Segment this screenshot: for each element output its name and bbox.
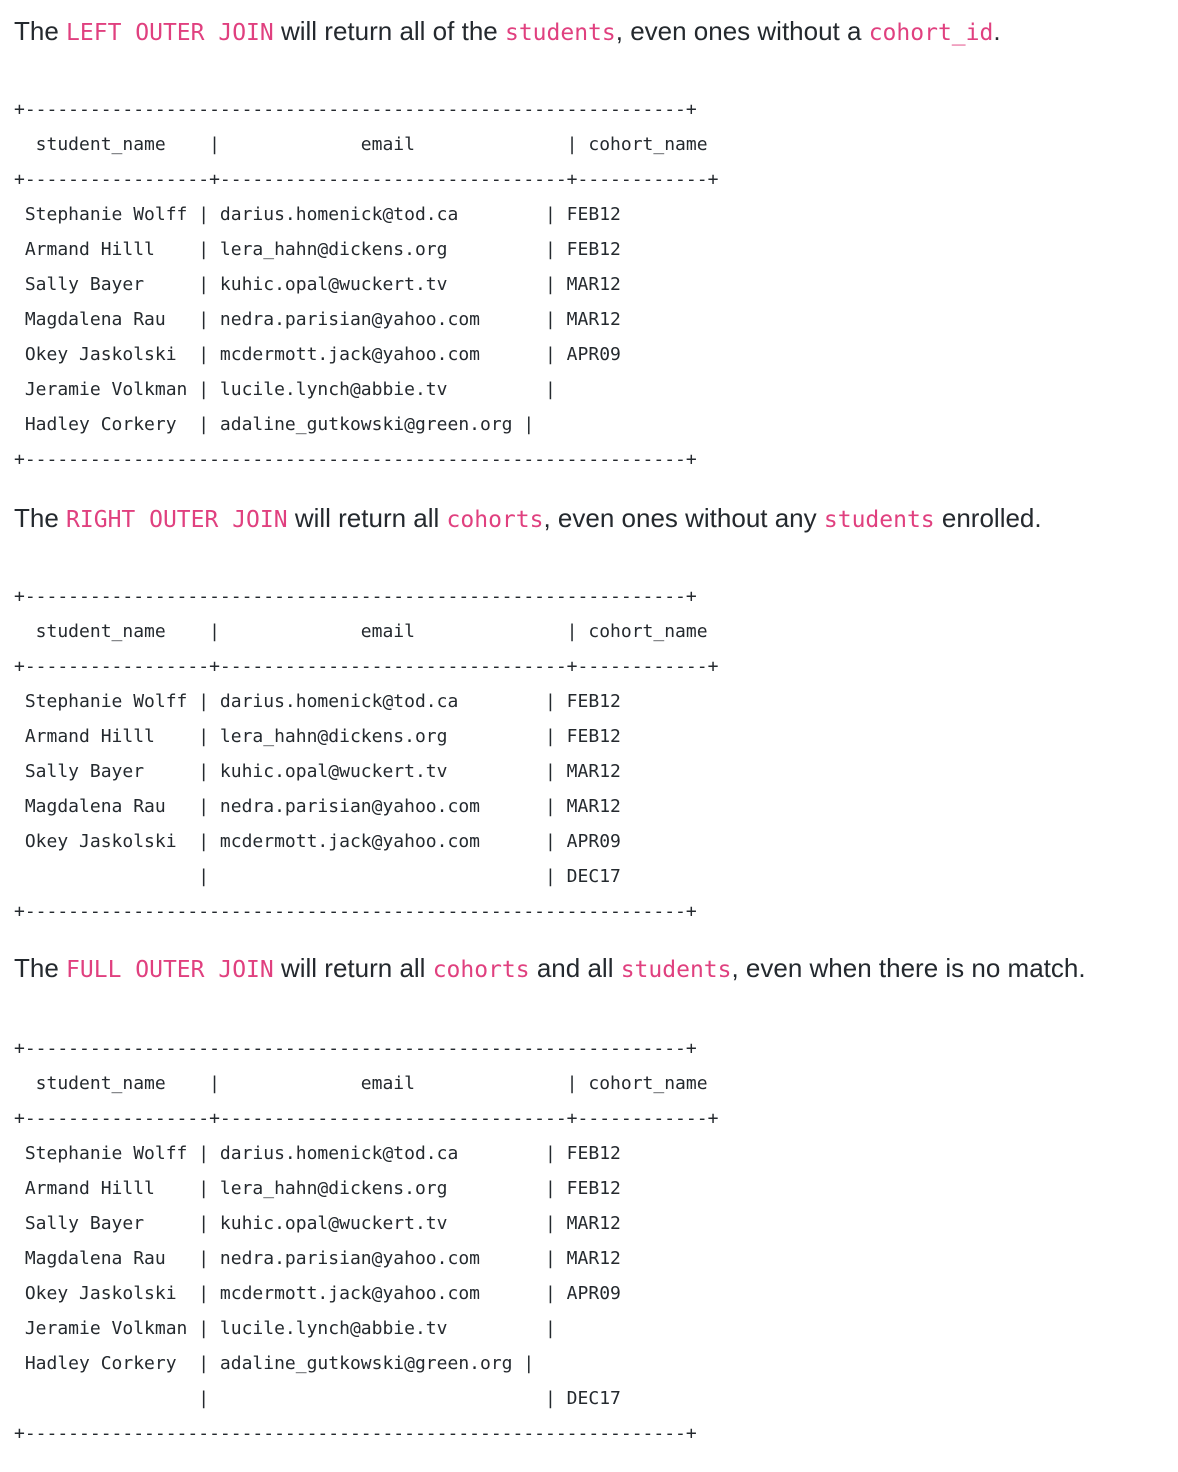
- inline-code: students: [504, 20, 616, 46]
- inline-code: cohorts: [446, 507, 544, 533]
- table-header-row: student_name | email | cohort_name: [14, 621, 708, 642]
- table-border-line: +-----------------+---------------------…: [14, 1108, 719, 1129]
- table-header-row: student_name | email | cohort_name: [14, 134, 708, 155]
- table-row: Sally Bayer | kuhic.opal@wuckert.tv | MA…: [14, 1213, 621, 1234]
- table-border-line: +-----------------+---------------------…: [14, 656, 719, 677]
- table-row: Hadley Corkery | adaline_gutkowski@green…: [14, 1353, 535, 1374]
- inline-code: cohorts: [432, 957, 530, 983]
- right-join-description: The RIGHT OUTER JOIN will return all coh…: [14, 498, 1164, 538]
- right-join-result-table: +---------------------------------------…: [14, 579, 1164, 929]
- table-row: Stephanie Wolff | darius.homenick@tod.ca…: [14, 691, 621, 712]
- table-row: Sally Bayer | kuhic.opal@wuckert.tv | MA…: [14, 761, 621, 782]
- left-join-description: The LEFT OUTER JOIN will return all of t…: [14, 11, 1164, 51]
- document-page: The LEFT OUTER JOIN will return all of t…: [14, 0, 1164, 1451]
- sentence-text: The: [14, 503, 67, 533]
- sentence-text: enrolled.: [934, 503, 1042, 533]
- table-border-line: +---------------------------------------…: [14, 1038, 697, 1059]
- table-row: | | DEC17: [14, 866, 621, 887]
- table-border-line: +---------------------------------------…: [14, 901, 697, 922]
- sentence-text: .: [993, 16, 1001, 46]
- table-row: Armand Hilll | lera_hahn@dickens.org | F…: [14, 239, 621, 260]
- table-row: Magdalena Rau | nedra.parisian@yahoo.com…: [14, 309, 621, 330]
- table-border-line: +-----------------+---------------------…: [14, 169, 719, 190]
- sentence-text: and all: [529, 953, 621, 983]
- sentence-text: will return all: [287, 503, 447, 533]
- table-row: Stephanie Wolff | darius.homenick@tod.ca…: [14, 1143, 621, 1164]
- table-row: Sally Bayer | kuhic.opal@wuckert.tv | MA…: [14, 274, 621, 295]
- sentence-text: will return all: [273, 953, 433, 983]
- table-row: Okey Jaskolski | mcdermott.jack@yahoo.co…: [14, 831, 621, 852]
- table-row: Jeramie Volkman | lucile.lynch@abbie.tv …: [14, 1318, 556, 1339]
- table-row: Stephanie Wolff | darius.homenick@tod.ca…: [14, 204, 621, 225]
- left-join-result-table: +---------------------------------------…: [14, 92, 1164, 477]
- table-border-line: +---------------------------------------…: [14, 99, 697, 120]
- inline-code: LEFT OUTER JOIN: [66, 20, 274, 46]
- inline-code: students: [620, 957, 732, 983]
- table-row: Jeramie Volkman | lucile.lynch@abbie.tv …: [14, 379, 556, 400]
- table-row: Hadley Corkery | adaline_gutkowski@green…: [14, 414, 535, 435]
- table-row: | | DEC17: [14, 1388, 621, 1409]
- table-row: Okey Jaskolski | mcdermott.jack@yahoo.co…: [14, 1283, 621, 1304]
- table-border-line: +---------------------------------------…: [14, 1423, 697, 1444]
- table-header-row: student_name | email | cohort_name: [14, 1073, 708, 1094]
- table-border-line: +---------------------------------------…: [14, 586, 697, 607]
- inline-code: RIGHT OUTER JOIN: [66, 507, 288, 533]
- table-border-line: +---------------------------------------…: [14, 449, 697, 470]
- full-join-result-table: +---------------------------------------…: [14, 1031, 1164, 1451]
- sentence-text: , even ones without any: [543, 503, 824, 533]
- table-row: Okey Jaskolski | mcdermott.jack@yahoo.co…: [14, 344, 621, 365]
- inline-code: cohort_id: [868, 20, 994, 46]
- table-row: Armand Hilll | lera_hahn@dickens.org | F…: [14, 1178, 621, 1199]
- sentence-text: The: [14, 953, 67, 983]
- table-row: Magdalena Rau | nedra.parisian@yahoo.com…: [14, 796, 621, 817]
- sentence-text: The: [14, 16, 67, 46]
- sentence-text: , even ones without a: [615, 16, 869, 46]
- sentence-text: , even when there is no match.: [731, 953, 1086, 983]
- table-row: Magdalena Rau | nedra.parisian@yahoo.com…: [14, 1248, 621, 1269]
- sentence-text: will return all of the: [273, 16, 505, 46]
- inline-code: FULL OUTER JOIN: [66, 957, 274, 983]
- table-row: Armand Hilll | lera_hahn@dickens.org | F…: [14, 726, 621, 747]
- inline-code: students: [823, 507, 935, 533]
- full-join-description: The FULL OUTER JOIN will return all coho…: [14, 948, 1164, 988]
